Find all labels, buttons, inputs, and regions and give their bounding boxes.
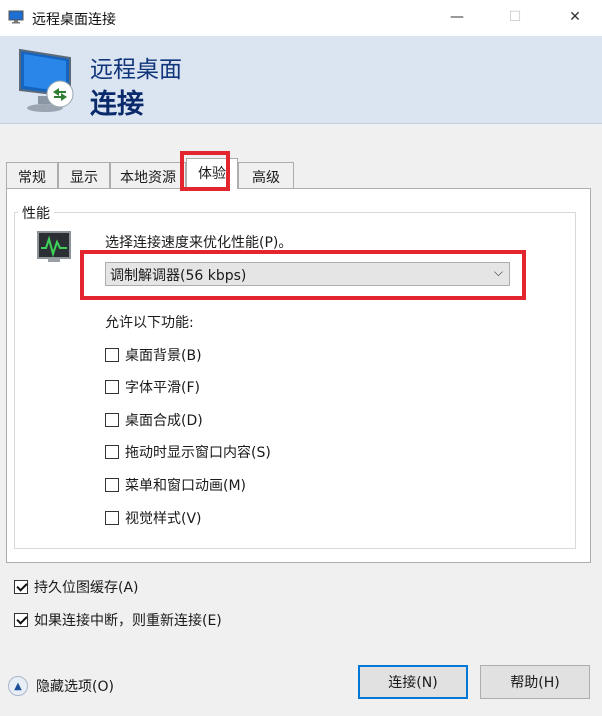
checkbox[interactable]	[105, 348, 119, 362]
allow-features-label: 允许以下功能:	[105, 315, 194, 331]
tab-display[interactable]: 显示	[58, 162, 110, 188]
feature-label: 菜单和窗口动画(M)	[125, 478, 247, 494]
maximize-button[interactable]: ☐	[492, 0, 538, 34]
feature-visual-styles[interactable]: 视觉样式(V)	[105, 508, 202, 528]
remote-desktop-icon	[8, 10, 24, 24]
tab-local-resources[interactable]: 本地资源	[110, 162, 186, 188]
window-title: 远程桌面连接	[32, 12, 116, 28]
checkbox-checked[interactable]	[14, 580, 28, 594]
checkbox[interactable]	[105, 478, 119, 492]
chevron-up-icon: ▲	[8, 676, 28, 696]
option-reconnect[interactable]: 如果连接中断，则重新连接(E)	[14, 610, 222, 630]
feature-label: 桌面合成(D)	[125, 413, 203, 429]
hide-options-label: 隐藏选项(O)	[36, 679, 114, 695]
checkbox[interactable]	[105, 380, 119, 394]
feature-label: 字体平滑(F)	[125, 380, 200, 396]
help-button[interactable]: 帮助(H)	[480, 665, 590, 699]
feature-menu-window-animation[interactable]: 菜单和窗口动画(M)	[105, 475, 246, 495]
feature-label: 桌面背景(B)	[125, 348, 202, 364]
option-label: 如果连接中断，则重新连接(E)	[34, 613, 222, 629]
feature-label: 拖动时显示窗口内容(S)	[125, 445, 271, 461]
checkbox[interactable]	[105, 445, 119, 459]
checkbox[interactable]	[105, 511, 119, 525]
speed-label: 选择连接速度来优化性能(P)。	[105, 235, 293, 251]
feature-desktop-composition[interactable]: 桌面合成(D)	[105, 410, 203, 430]
option-persistent-bitmap-caching[interactable]: 持久位图缓存(A)	[14, 577, 139, 597]
tab-general[interactable]: 常规	[6, 162, 58, 188]
checkbox-checked[interactable]	[14, 613, 28, 627]
hide-options-toggle[interactable]: ▲ 隐藏选项(O)	[8, 676, 114, 696]
connect-button[interactable]: 连接(N)	[358, 665, 468, 699]
tab-advanced[interactable]: 高级	[238, 162, 294, 188]
tab-highlight-box	[180, 151, 230, 191]
minimize-button[interactable]: —	[434, 0, 480, 34]
banner-title-line2: 连接	[90, 89, 144, 120]
option-label: 持久位图缓存(A)	[34, 580, 139, 596]
feature-font-smoothing[interactable]: 字体平滑(F)	[105, 377, 200, 397]
title-bar: 远程桌面连接 — ☐ ✕	[0, 0, 602, 36]
select-highlight-box	[80, 250, 526, 300]
close-button[interactable]: ✕	[552, 0, 598, 34]
feature-label: 视觉样式(V)	[125, 511, 202, 527]
banner-title-line1: 远程桌面	[90, 57, 182, 83]
remote-desktop-logo-icon	[19, 48, 74, 112]
checkbox[interactable]	[105, 413, 119, 427]
performance-group-label: 性能	[18, 203, 54, 223]
header-banner: 远程桌面 连接	[0, 36, 602, 124]
performance-monitor-icon	[37, 231, 71, 262]
feature-drag-window-contents[interactable]: 拖动时显示窗口内容(S)	[105, 442, 271, 462]
feature-desktop-background[interactable]: 桌面背景(B)	[105, 345, 202, 365]
